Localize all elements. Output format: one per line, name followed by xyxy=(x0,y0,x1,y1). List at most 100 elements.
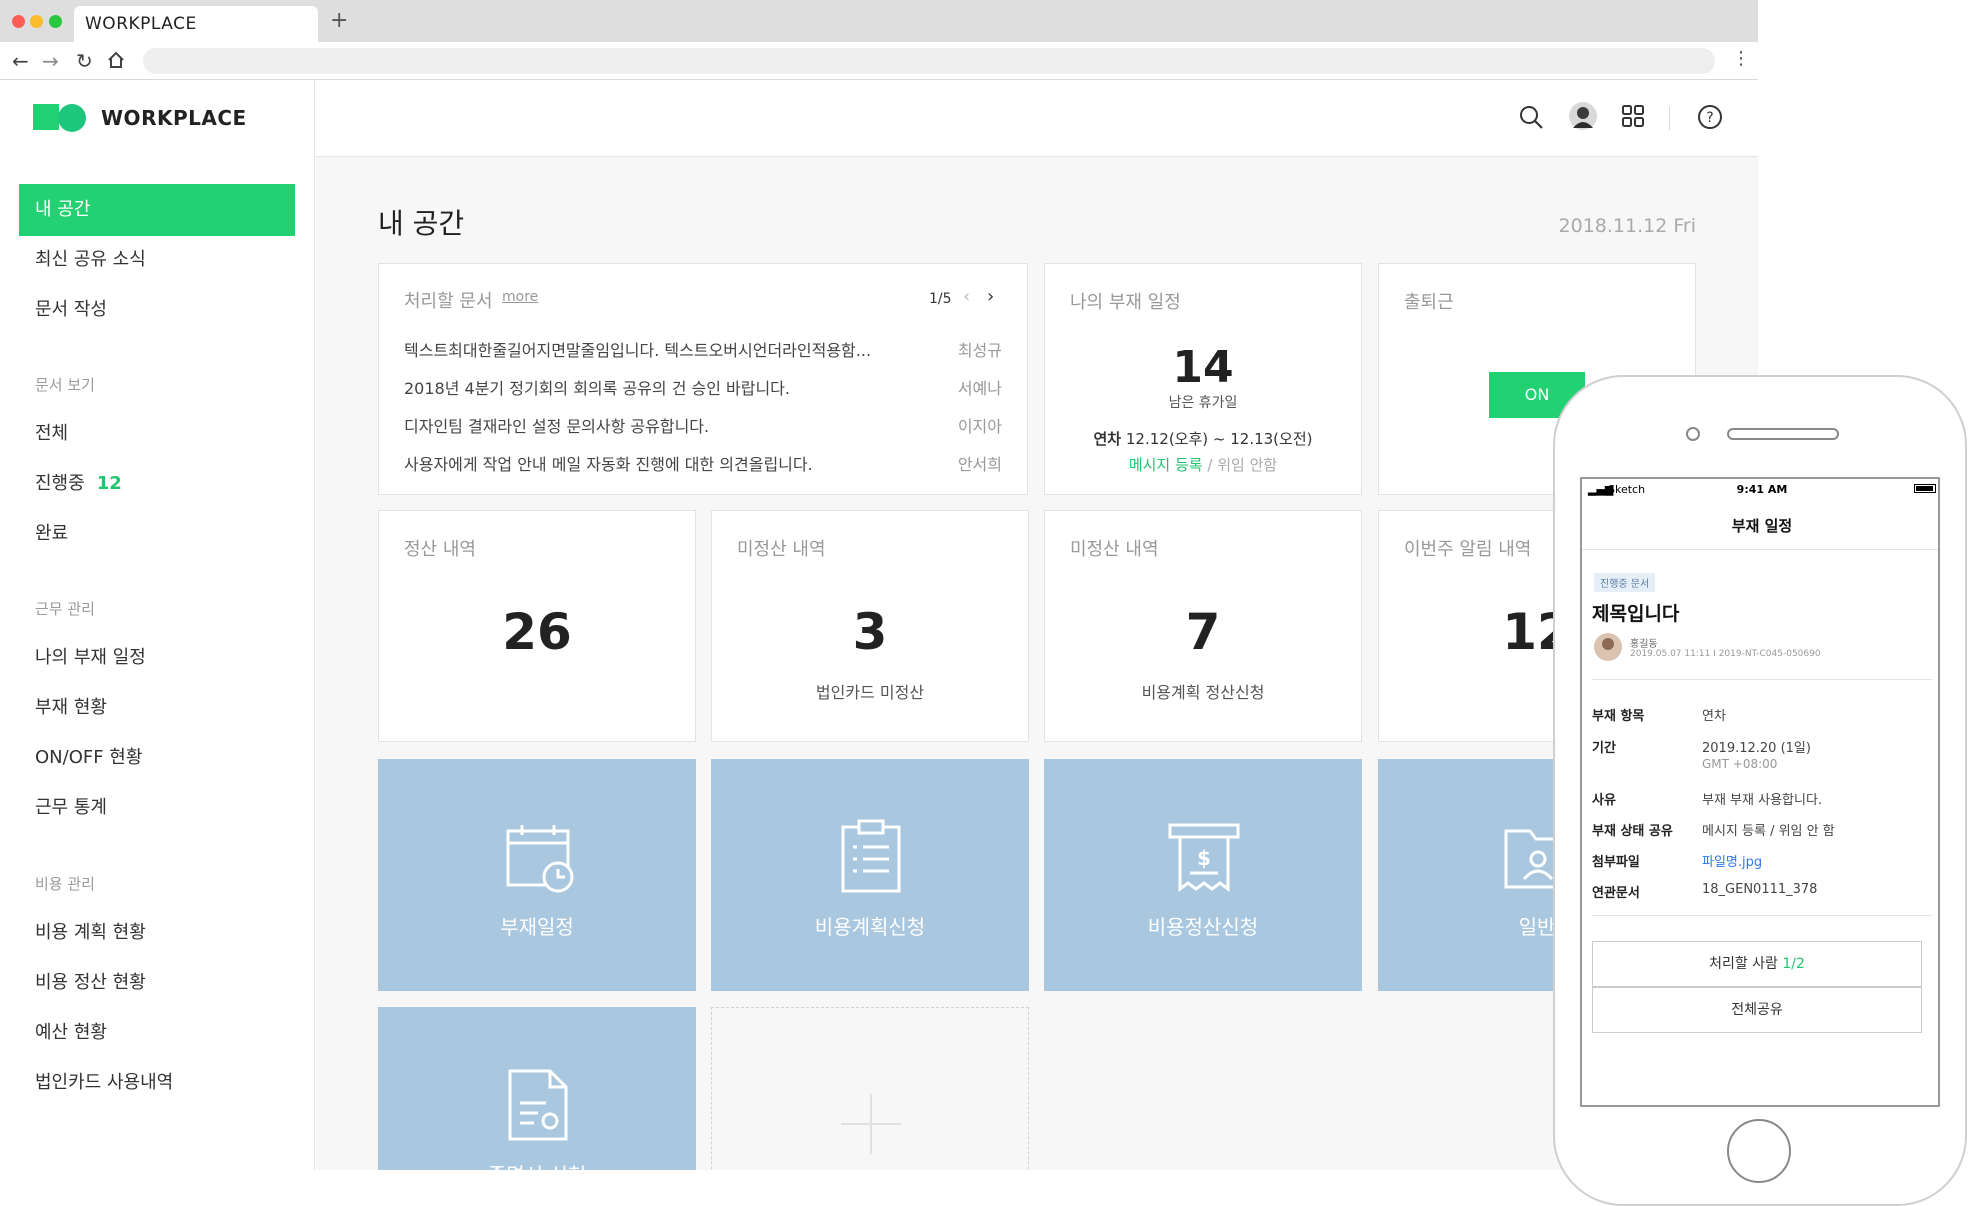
tile-cost-plan-request[interactable]: 비용계획신청 xyxy=(711,759,1029,991)
card-title: 미정산 내역 xyxy=(737,539,826,560)
process-count: 1/2 xyxy=(1782,956,1805,972)
sidebar-item-all[interactable]: 전체 xyxy=(19,408,295,460)
new-tab-button[interactable]: + xyxy=(330,8,348,33)
doc-meta: 2019.05.07 11:11 I 2019-NT-C045-050690 xyxy=(1630,649,1821,659)
main-content: ? 내 공간 2018.11.12 Fri 처리할 문서 more 1/5 ‹ … xyxy=(316,80,1758,1170)
browser-window: WORKPLACE + ← → ↻ ⋮ WORKPLACE 내 공간 최신 공유… xyxy=(0,0,1758,1170)
card-title: 출퇴근 xyxy=(1404,292,1454,313)
pending-docs-card: 처리할 문서 more 1/5 ‹ › 텍스트최대한줄길어지면말줄임입니다. 텍… xyxy=(378,263,1028,495)
sidebar-item-absence-status[interactable]: 부재 현황 xyxy=(19,682,295,734)
card-title: 처리할 문서 xyxy=(404,291,493,312)
field-extra: GMT +08:00 xyxy=(1702,757,1778,771)
doc-row-author: 최성규 xyxy=(957,341,1002,360)
sidebar-item-write-doc[interactable]: 문서 작성 xyxy=(19,284,295,336)
field-label: 부재 항목 xyxy=(1592,709,1645,724)
field-label: 기간 xyxy=(1592,741,1616,756)
field-label: 연관문서 xyxy=(1592,886,1640,901)
my-absence-card: 나의 부재 일정 14 남은 휴가일 연차 12.12(오후) ~ 12.13(… xyxy=(1044,263,1362,495)
sidebar-section-cost: 비용 관리 xyxy=(35,875,95,893)
stat-value: 3 xyxy=(852,603,888,661)
pager-text: 1/5 xyxy=(929,291,952,307)
minimize-window-button[interactable] xyxy=(30,15,43,28)
stat-card-settled[interactable]: 정산 내역 26 xyxy=(378,510,696,742)
stat-sub: 비용계획 정산신청 xyxy=(1141,683,1265,702)
author-avatar xyxy=(1594,633,1622,661)
doc-row-title[interactable]: 사용자에게 작업 안내 메일 자동화 진행에 대한 의견올립니다. xyxy=(404,451,1004,475)
browser-menu-icon[interactable]: ⋮ xyxy=(1732,48,1750,69)
delegate-link[interactable]: 위임 안함 xyxy=(1217,456,1277,474)
divider xyxy=(1582,549,1938,550)
field-label: 사유 xyxy=(1592,793,1616,808)
tile-absence-schedule[interactable]: 부재일정 xyxy=(378,759,696,991)
apps-grid-icon[interactable] xyxy=(1621,104,1645,132)
sidebar-item-my-absence[interactable]: 나의 부재 일정 xyxy=(19,632,295,684)
doc-row-author: 서예나 xyxy=(957,379,1002,398)
more-link[interactable]: more xyxy=(502,289,538,305)
maximize-window-button[interactable] xyxy=(49,15,62,28)
svg-text:?: ? xyxy=(1706,110,1713,126)
process-people-button[interactable]: 처리할 사람 1/2 xyxy=(1592,941,1922,987)
card-title: 나의 부재 일정 xyxy=(1070,292,1181,313)
forward-icon[interactable]: → xyxy=(42,49,59,73)
sidebar-item-latest-news[interactable]: 최신 공유 소식 xyxy=(19,234,295,286)
in-progress-count: 12 xyxy=(96,473,122,494)
tile-label: 증명서 신청 xyxy=(378,1159,696,1170)
phone-camera xyxy=(1686,427,1700,441)
doc-row-title[interactable]: 디자인팀 결재라인 설정 문의사항 공유합니다. xyxy=(404,413,1004,437)
sidebar: WORKPLACE 내 공간 최신 공유 소식 문서 작성 문서 보기 전체 진… xyxy=(0,80,315,1170)
sidebar-item-label: 진행중 xyxy=(35,473,85,494)
stat-card-unsettled-card[interactable]: 미정산 내역 3 법인카드 미정산 xyxy=(711,510,1029,742)
tile-label: 비용정산신청 xyxy=(1147,915,1259,939)
attachment-link[interactable]: 파일명.jpg xyxy=(1702,851,1762,870)
sidebar-item-cost-plan[interactable]: 비용 계획 현황 xyxy=(19,907,295,959)
absence-links: 메시지 등록 / 위임 안함 xyxy=(1045,454,1361,475)
search-icon[interactable] xyxy=(1518,104,1544,134)
sidebar-item-my-space[interactable]: 내 공간 xyxy=(19,184,295,236)
tab-title: WORKPLACE xyxy=(85,14,197,34)
field-value[interactable]: 18_GEN0111_378 xyxy=(1702,882,1817,897)
doc-row-author: 이지아 xyxy=(957,417,1002,436)
status-badge: 진행중 문서 xyxy=(1594,573,1656,592)
doc-row-title[interactable]: 텍스트최대한줄길어지면말줄임입니다. 텍스트오버시언더라인적용함... xyxy=(404,337,1004,361)
field-value: 메시지 등록 / 위임 안 함 xyxy=(1702,824,1835,839)
reload-icon[interactable]: ↻ xyxy=(76,49,93,73)
avatar[interactable] xyxy=(1569,102,1597,134)
status-bar: ▂▄▆ Sketch 9:41 AM xyxy=(1582,479,1938,499)
receipt-dollar-icon: $ xyxy=(1168,823,1240,892)
sidebar-item-corp-card[interactable]: 법인카드 사용내역 xyxy=(19,1057,295,1109)
home-button[interactable] xyxy=(1727,1119,1791,1183)
message-register-link[interactable]: 메시지 등록 xyxy=(1129,456,1203,474)
tile-label: 부재일정 xyxy=(500,915,574,939)
browser-tab[interactable]: WORKPLACE xyxy=(74,6,318,42)
address-bar[interactable] xyxy=(143,48,1715,74)
tab-bar: WORKPLACE + xyxy=(0,0,1758,42)
sidebar-item-cost-settle[interactable]: 비용 정산 현황 xyxy=(19,957,295,1009)
button-label: 처리할 사람 xyxy=(1709,956,1778,972)
back-icon[interactable]: ← xyxy=(12,49,29,73)
status-time: 9:41 AM xyxy=(1736,483,1788,496)
sidebar-item-in-progress[interactable]: 진행중 12 xyxy=(19,458,295,510)
sidebar-item-done[interactable]: 완료 xyxy=(19,508,295,560)
phone-screen: ▂▄▆ Sketch 9:41 AM 부재 일정 진행중 문서 제목입니다 홍길… xyxy=(1580,477,1940,1107)
help-icon[interactable]: ? xyxy=(1697,104,1723,134)
battery-icon xyxy=(1914,484,1936,493)
tile-cost-settle-request[interactable]: $ 비용정산신청 xyxy=(1044,759,1362,991)
doc-row-title[interactable]: 2018년 4분기 정기회의 회의록 공유의 건 승인 바랍니다. xyxy=(404,375,1004,399)
logo-circle xyxy=(58,104,86,132)
close-window-button[interactable] xyxy=(12,15,25,28)
add-tile-button[interactable] xyxy=(711,1007,1029,1170)
home-icon[interactable] xyxy=(107,50,125,74)
sidebar-item-onoff-status[interactable]: ON/OFF 현황 xyxy=(19,732,295,784)
next-page-icon[interactable]: › xyxy=(987,286,994,307)
stat-card-unsettled-plan[interactable]: 미정산 내역 7 비용계획 정산신청 xyxy=(1044,510,1362,742)
tile-certificate-request[interactable]: 증명서 신청 xyxy=(378,1007,696,1170)
sidebar-item-budget[interactable]: 예산 현황 xyxy=(19,1007,295,1059)
leave-range: 12.12(오후) ~ 12.13(오전) xyxy=(1125,430,1313,448)
share-all-button[interactable]: 전체공유 xyxy=(1592,987,1922,1033)
leave-type: 연차 xyxy=(1093,430,1122,448)
doc-title: 제목입니다 xyxy=(1592,603,1680,625)
prev-page-icon[interactable]: ‹ xyxy=(963,286,970,307)
browser-toolbar: ← → ↻ ⋮ xyxy=(0,42,1758,80)
card-title: 미정산 내역 xyxy=(1070,539,1159,560)
sidebar-item-work-stats[interactable]: 근무 통계 xyxy=(19,782,295,834)
